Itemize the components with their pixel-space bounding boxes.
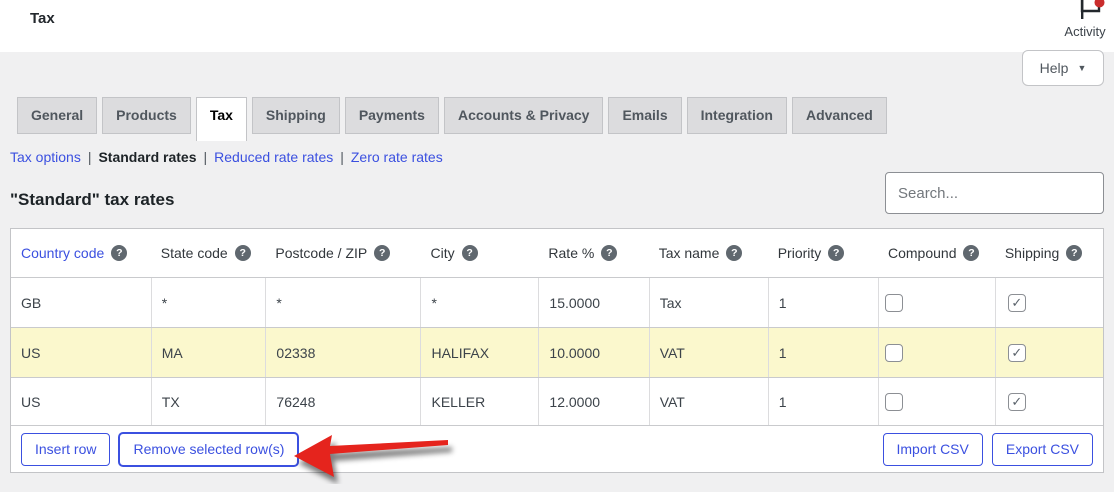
column-compound: Compound (887, 245, 957, 261)
check-icon: ✓ (1011, 345, 1023, 360)
help-icon[interactable]: ? (111, 245, 128, 261)
help-icon[interactable]: ? (374, 245, 391, 261)
subnav-separator: | (203, 149, 208, 165)
tab-accounts-privacy[interactable]: Accounts & Privacy (443, 97, 604, 134)
subnav-reduced-rate-rates[interactable]: Reduced rate rates (214, 149, 333, 165)
subnav-tax-options[interactable]: Tax options (10, 149, 81, 165)
column-state-code: State code (160, 245, 228, 261)
column-postcode: Postcode / ZIP (275, 245, 368, 261)
help-button-label: Help (1039, 60, 1069, 76)
tab-shipping[interactable]: Shipping (251, 97, 340, 134)
activity-flag-icon (1078, 0, 1106, 20)
cell-rate[interactable]: 12.0000 (538, 378, 648, 425)
chevron-down-icon: ▼ (1077, 63, 1087, 73)
help-icon[interactable]: ? (963, 245, 980, 261)
import-csv-button[interactable]: Import CSV (882, 432, 983, 466)
table-row: GB * * * 15.0000 Tax 1 ✓ ✓ (11, 277, 1103, 327)
table-row: US MA 02338 HALIFAX 10.0000 VAT 1 ✓ ✓ (11, 327, 1103, 377)
help-icon[interactable]: ? (461, 245, 478, 261)
cell-priority[interactable]: 1 (767, 278, 878, 327)
cell-country-code[interactable]: GB (11, 278, 151, 327)
compound-checkbox[interactable]: ✓ (884, 293, 903, 312)
column-city: City (430, 245, 455, 261)
tax-rates-table: Country code? State code? Postcode / ZIP… (10, 228, 1104, 473)
column-tax-name: Tax name (658, 245, 720, 261)
cell-country-code[interactable]: US (11, 328, 151, 377)
table-row: US TX 76248 KELLER 12.0000 VAT 1 ✓ ✓ (11, 377, 1103, 425)
column-priority: Priority (777, 245, 822, 261)
tax-subnav: Tax options | Standard rates | Reduced rate … (10, 149, 443, 165)
compound-checkbox[interactable]: ✓ (884, 343, 903, 362)
tab-emails[interactable]: Emails (608, 97, 682, 134)
settings-tab-bar: General Products Tax Shipping Payments A… (17, 97, 887, 141)
cell-country-code[interactable]: US (11, 378, 151, 425)
check-icon: ✓ (1011, 394, 1023, 409)
subnav-separator: | (340, 149, 344, 165)
export-csv-button[interactable]: Export CSV (991, 432, 1093, 466)
compound-checkbox[interactable]: ✓ (884, 392, 903, 411)
cell-tax-name[interactable]: Tax (648, 278, 768, 327)
help-icon[interactable]: ? (1066, 245, 1083, 261)
tab-general[interactable]: General (17, 97, 98, 134)
activity-label: Activity (1064, 24, 1106, 39)
cell-priority[interactable]: 1 (767, 378, 878, 425)
help-icon[interactable]: ? (828, 245, 845, 261)
page-title: Tax (30, 10, 55, 27)
cell-postcode[interactable]: 76248 (265, 378, 420, 425)
column-shipping: Shipping (1004, 245, 1060, 261)
cell-state-code[interactable]: MA (150, 328, 266, 377)
cell-tax-name[interactable]: VAT (648, 328, 768, 377)
woocommerce-tax-settings-page: Tax Activity Help ▼ General Products Tax… (0, 0, 1114, 492)
help-icon[interactable]: ? (234, 245, 251, 261)
cell-city[interactable]: * (420, 278, 538, 327)
tab-integration[interactable]: Integration (686, 97, 787, 134)
search-input[interactable] (885, 172, 1104, 214)
tab-advanced[interactable]: Advanced (791, 97, 887, 134)
help-icon[interactable]: ? (601, 245, 618, 261)
cell-tax-name[interactable]: VAT (648, 378, 768, 425)
column-rate: Rate % (548, 245, 595, 261)
shipping-checkbox[interactable]: ✓ (1007, 392, 1026, 411)
tab-products[interactable]: Products (102, 97, 191, 134)
remove-selected-rows-button[interactable]: Remove selected row(s) (119, 432, 299, 466)
shipping-checkbox[interactable]: ✓ (1007, 343, 1026, 362)
cell-postcode[interactable]: 02338 (265, 328, 420, 377)
tab-tax[interactable]: Tax (195, 97, 247, 141)
cell-state-code[interactable]: * (150, 278, 266, 327)
column-country-code: Country code (21, 245, 105, 261)
table-header-row: Country code? State code? Postcode / ZIP… (11, 229, 1103, 277)
cell-postcode[interactable]: * (265, 278, 420, 327)
subnav-standard-rates[interactable]: Standard rates (98, 149, 196, 165)
insert-row-button[interactable]: Insert row (21, 432, 111, 466)
cell-state-code[interactable]: TX (150, 378, 266, 425)
help-icon[interactable]: ? (726, 245, 743, 261)
cell-city[interactable]: HALIFAX (420, 328, 538, 377)
cell-rate[interactable]: 15.0000 (538, 278, 648, 327)
cell-priority[interactable]: 1 (767, 328, 878, 377)
admin-topbar: Tax Activity (0, 0, 1114, 52)
subnav-separator: | (87, 149, 92, 165)
help-dropdown-button[interactable]: Help ▼ (1022, 50, 1104, 86)
subnav-zero-rate-rates[interactable]: Zero rate rates (351, 149, 443, 165)
shipping-checkbox[interactable]: ✓ (1007, 293, 1026, 312)
check-icon: ✓ (1011, 295, 1023, 310)
section-title: "Standard" tax rates (10, 190, 175, 209)
cell-rate[interactable]: 10.0000 (538, 328, 648, 377)
tab-payments[interactable]: Payments (344, 97, 439, 134)
cell-city[interactable]: KELLER (420, 378, 538, 425)
table-footer: Insert row Remove selected row(s) Import… (11, 425, 1103, 472)
